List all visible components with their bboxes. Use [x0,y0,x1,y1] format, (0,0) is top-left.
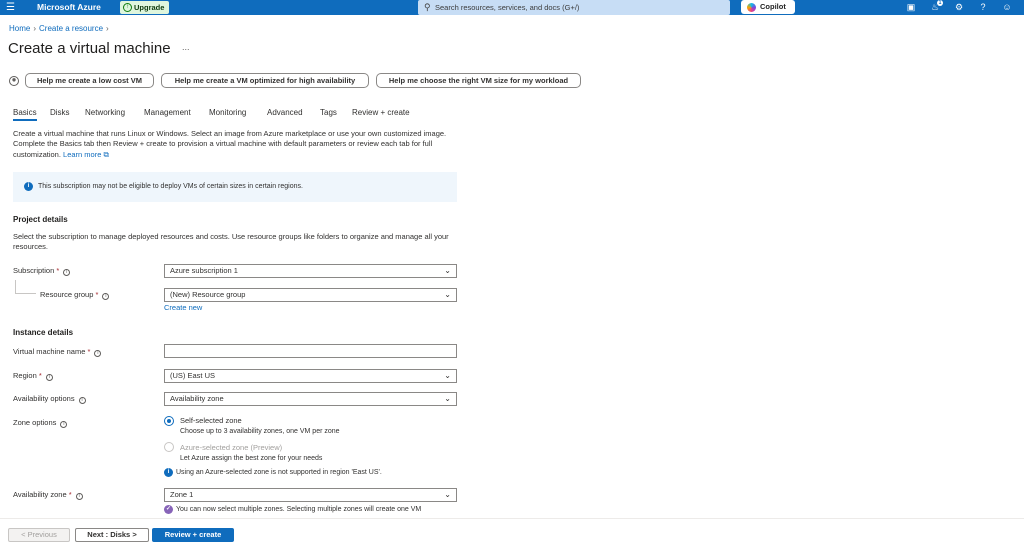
upgrade-button[interactable]: ↑ Upgrade [120,1,169,14]
info-banner: i This subscription may not be eligible … [13,172,457,202]
subscription-label: Subscription * i [13,266,71,276]
help-high-availability-button[interactable]: Help me create a VM optimized for high a… [161,73,369,88]
vm-name-input[interactable] [164,344,457,358]
wizard-footer: < Previous Next : Disks > Review + creat… [0,518,1024,551]
brand-title[interactable]: Microsoft Azure [37,2,101,13]
tab-advanced[interactable]: Advanced [267,107,303,119]
region-label: Region * i [13,371,53,381]
review-create-button[interactable]: Review + create [152,528,234,542]
zone-support-note: i Using an Azure-selected zone is not su… [164,468,382,478]
info-tooltip-icon[interactable]: i [78,397,86,404]
menu-icon[interactable]: ☰ [6,2,15,13]
subscription-dropdown[interactable]: Azure subscription 1 ⌄ [164,264,457,278]
gear-icon[interactable]: ⚙ [952,0,966,15]
resource-group-value: (New) Resource group [170,290,246,299]
breadcrumb-home[interactable]: Home [9,24,30,33]
next-disks-button[interactable]: Next : Disks > [75,528,149,542]
sparkle-icon: ✓ [164,505,173,514]
info-tooltip-icon[interactable]: i [45,374,53,381]
info-banner-text: This subscription may not be eligible to… [38,183,303,190]
intro-description: Create a virtual machine that runs Linux… [13,129,458,160]
chevron-right-icon: › [33,24,37,33]
copilot-help-icon: ✹ [9,76,19,86]
create-new-link[interactable]: Create new [164,303,202,313]
tab-networking[interactable]: Networking [85,107,125,119]
copilot-label: Copilot [760,2,786,11]
page-title: Create a virtual machine [8,40,171,57]
chevron-down-icon: ⌄ [444,371,451,380]
availability-options-label: Availability options i [13,394,86,404]
info-icon: i [164,468,173,477]
azure-selected-zone-description: Let Azure assign the best zone for your … [180,455,323,462]
tab-management[interactable]: Management [144,107,191,119]
region-value: (US) East US [170,371,216,380]
chevron-down-icon: ⌄ [444,490,451,499]
info-tooltip-icon[interactable]: i [102,293,110,300]
multi-zone-note: ✓ You can now select multiple zones. Sel… [164,505,422,514]
notification-badge: 1 [937,0,943,6]
breadcrumb-create-resource[interactable]: Create a resource [39,24,103,33]
chevron-down-icon: ⌄ [444,266,451,275]
tab-tags[interactable]: Tags [320,107,337,119]
previous-button[interactable]: < Previous [8,528,70,542]
info-tooltip-icon[interactable]: i [63,269,71,276]
chevron-right-icon: › [106,24,109,33]
self-selected-zone-title: Self-selected zone [180,416,242,425]
copilot-button[interactable]: Copilot [741,0,795,14]
availability-zone-dropdown[interactable]: Zone 1 ⌄ [164,488,457,502]
upgrade-arrow-icon: ↑ [123,3,132,12]
info-tooltip-icon[interactable]: i [75,493,83,500]
availability-zone-label: Availability zone * i [13,490,83,500]
subscription-value: Azure subscription 1 [170,266,238,275]
azure-selected-zone-title: Azure-selected zone (Preview) [180,443,283,452]
tree-connector [15,293,36,294]
self-selected-zone-description: Choose up to 3 availability zones, one V… [180,428,340,435]
availability-zone-value: Zone 1 [170,490,194,499]
help-icon[interactable]: ? [976,0,990,15]
tab-review-create[interactable]: Review + create [352,107,410,119]
vm-name-label: Virtual machine name * i [13,347,102,357]
project-details-heading: Project details [13,215,68,224]
info-icon: i [24,182,33,191]
search-placeholder: Search resources, services, and docs (G+… [435,3,580,12]
info-tooltip-icon[interactable]: i [60,421,68,428]
tab-monitoring[interactable]: Monitoring [209,107,246,119]
search-icon: ⚲ [424,2,431,12]
chevron-down-icon: ⌄ [444,394,451,403]
resource-group-dropdown[interactable]: (New) Resource group ⌄ [164,288,457,302]
top-bar: ☰ Microsoft Azure ↑ Upgrade ⚲ Search res… [0,0,1024,15]
help-vm-size-button[interactable]: Help me choose the right VM size for my … [376,73,581,88]
feedback-icon[interactable]: ☺ [1000,0,1014,15]
availability-options-value: Availability zone [170,394,224,403]
cloud-shell-icon[interactable]: ▣ [904,0,918,15]
azure-selected-zone-radio[interactable] [164,442,174,452]
region-dropdown[interactable]: (US) East US ⌄ [164,369,457,383]
upgrade-label: Upgrade [134,3,165,12]
self-selected-zone-radio[interactable] [164,416,174,426]
chevron-down-icon: ⌄ [444,290,451,299]
tree-connector [15,280,16,293]
tab-basics[interactable]: Basics [13,107,37,121]
availability-options-dropdown[interactable]: Availability zone ⌄ [164,392,457,406]
more-options-button[interactable]: ... [182,42,190,52]
help-low-cost-vm-button[interactable]: Help me create a low cost VM [25,73,154,88]
project-details-description: Select the subscription to manage deploy… [13,232,449,251]
external-link-icon: ⧉ [103,149,109,159]
info-tooltip-icon[interactable]: i [94,350,102,357]
tab-disks[interactable]: Disks [50,107,70,119]
instance-details-heading: Instance details [13,328,74,337]
learn-more-link[interactable]: Learn more ⧉ [63,150,109,159]
copilot-icon [747,3,756,12]
zone-options-label: Zone options i [13,418,68,428]
search-input[interactable]: ⚲ Search resources, services, and docs (… [418,0,730,15]
breadcrumb: Home › Create a resource › [9,24,112,34]
resource-group-label: Resource group * i [40,290,110,300]
